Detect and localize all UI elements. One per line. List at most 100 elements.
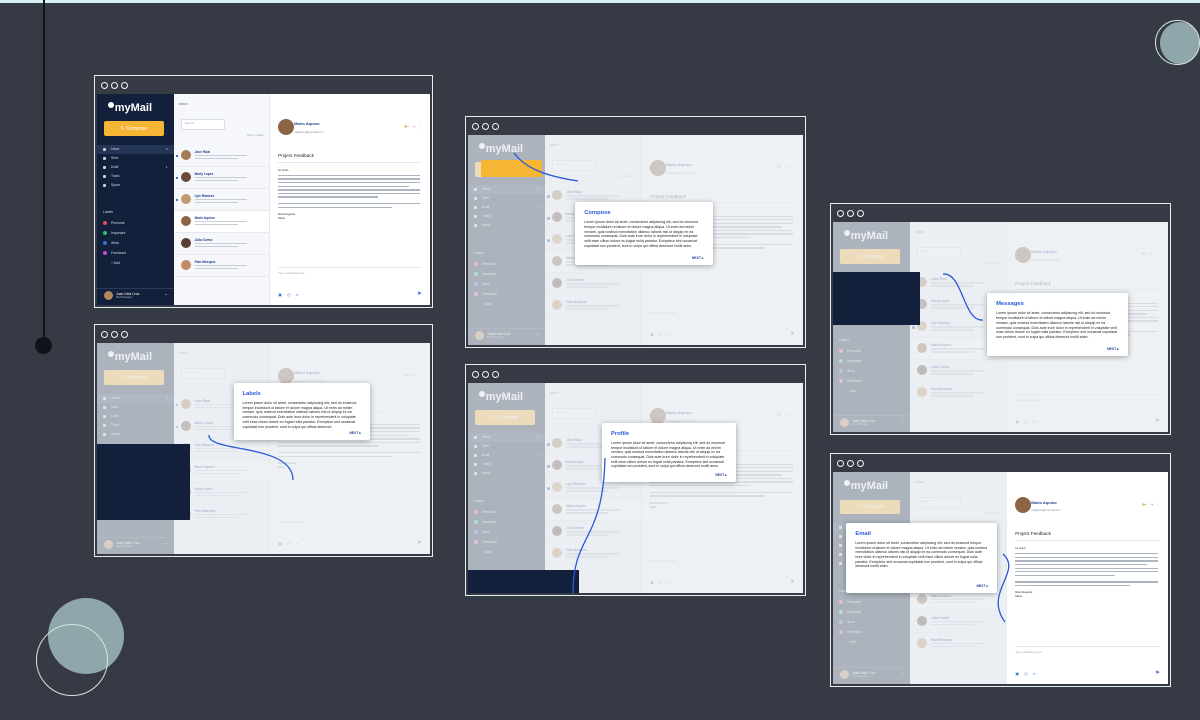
draft-icon <box>103 165 106 169</box>
spam-icon <box>103 183 106 187</box>
mail-app-screen: myMail ✎ Compose Inbox4 Sent Draft1 Tras… <box>833 472 1168 684</box>
window-dots <box>101 82 128 89</box>
avatar <box>180 171 191 182</box>
avatar <box>180 237 191 248</box>
trash-icon <box>103 174 106 178</box>
mail-app-screen: myMail ✎ Compose Inbox4 Sent Draft1 Tras… <box>833 222 1168 432</box>
email-subject: Project Feedback <box>278 153 314 159</box>
list-item[interactable]: Mario Aquino <box>173 210 270 233</box>
app-logo: myMail <box>107 102 152 114</box>
label-important[interactable]: Important <box>97 228 174 238</box>
label-dot <box>103 251 107 256</box>
send-icon[interactable]: ➤ <box>417 290 422 297</box>
tooltip-body: Lorem ipsum dolor sit amet, consectetur … <box>855 540 988 569</box>
compose-button[interactable]: ✎ Compose <box>103 121 164 137</box>
sort-dropdown[interactable]: Sort by: Date ▾ <box>247 134 264 137</box>
list-item[interactable]: Pam Mosqera <box>173 255 270 277</box>
attachment-icons[interactable]: ▣ ◷ ∞ <box>278 292 300 297</box>
label-dot <box>103 221 107 226</box>
sidebar: myMail ✎ Compose Inbox4 Sent Draft1 Tras… <box>97 94 174 305</box>
label-add[interactable]: + Add <box>97 258 174 268</box>
sender-email: mtaguino@mymail.com <box>1031 508 1061 513</box>
window-dots <box>472 123 499 130</box>
highlight-profile <box>468 569 579 593</box>
avatar <box>180 215 191 226</box>
tooltip-body: Lorem ipsum dolor sit amet, consectetur … <box>996 311 1117 339</box>
highlight-compose <box>481 160 542 177</box>
next-button[interactable]: NEXT ▸ <box>976 584 988 588</box>
mockup-labels: myMail ✎ Compose Inbox4 Sent Draft1 Tras… <box>94 324 433 557</box>
mail-app-screen: myMail ✎ Compose Inbox4 Sent Draft1 Tras… <box>468 383 803 593</box>
tooltip-body: Lorem ipsum dolor sit amet, consectetur … <box>242 401 357 429</box>
reply-input[interactable]: Type something here... <box>278 267 423 275</box>
mockup-messages: myMail ✎ Compose Inbox4 Sent Draft1 Tras… <box>830 203 1171 435</box>
email-body: Hi Juan, Best Regards, Mario <box>278 168 421 220</box>
nav-item-draft[interactable]: Draft1 <box>97 163 174 172</box>
window-dots <box>101 331 128 338</box>
highlight-nav <box>833 272 921 325</box>
next-button[interactable]: NEXT ▸ <box>715 473 727 477</box>
tooltip-title: Labels <box>242 391 261 398</box>
tooltip-title: Compose <box>584 210 611 217</box>
highlight-labels <box>97 444 191 521</box>
tooltip-body: Lorem ipsum dolor sit amet, consectetur … <box>584 220 699 248</box>
mockup-inbox: myMail ✎ Compose Inbox 4 Sent Draft 1 Tras… <box>94 75 433 308</box>
avatar <box>1015 497 1032 514</box>
mail-app-screen: myMail ✎ Compose Inbox4 Sent Draft1 Tras… <box>97 343 430 554</box>
sent-icon <box>103 156 106 160</box>
email-subject: Project Feedback <box>1015 531 1051 537</box>
tooltip-email: Email Lorem ipsum dolor sit amet, consect… <box>846 522 998 593</box>
mockup-email: myMail ✎ Compose Inbox4 Sent Draft1 Tras… <box>830 453 1171 687</box>
label-dot <box>103 241 107 246</box>
profile-bar[interactable]: Juan Dela Cruz Web Designer ⌃ <box>97 288 174 305</box>
inbox-icon <box>103 147 106 151</box>
profile-role: Web Designer <box>116 296 133 300</box>
tooltip-labels: Labels Lorem ipsum dolor sit amet, consec… <box>233 383 371 441</box>
label-work[interactable]: Work <box>97 238 174 248</box>
mail-app-screen: myMail ✎ Compose Inbox4 Sent Draft1 Tras… <box>468 135 803 345</box>
avatar <box>104 291 113 301</box>
decorative-circle-outline <box>1155 20 1200 65</box>
label-personal[interactable]: Personal <box>97 218 174 228</box>
nav-item-sent[interactable]: Sent <box>97 154 174 163</box>
reply-input[interactable]: Type something here... <box>1015 645 1160 654</box>
list-item[interactable]: Lyle Ramirez <box>173 189 270 211</box>
nav-item-spam[interactable]: Spam <box>97 181 174 190</box>
attachment-icons[interactable]: ▣ ◷ ∞ <box>1015 671 1037 676</box>
send-icon[interactable]: ➤ <box>1155 669 1160 676</box>
label-freelance[interactable]: Freelance <box>97 248 174 258</box>
window-dots <box>837 460 864 467</box>
chevron-up-icon[interactable]: ⌃ <box>164 293 167 298</box>
list-item[interactable]: Julia Cortez <box>173 233 270 255</box>
mockup-compose: myMail ✎ Compose Inbox4 Sent Draft1 Tras… <box>465 116 806 348</box>
nav-item-inbox[interactable]: Inbox4 <box>97 144 174 154</box>
decorative-circle-outline <box>36 624 108 696</box>
tooltip-title: Messages <box>996 301 1024 308</box>
nav-item-trash[interactable]: Trash <box>97 172 174 181</box>
sender-name: Mario Aquino <box>294 121 320 127</box>
avatar <box>180 193 191 204</box>
list-item[interactable]: Jose Rizal <box>173 145 270 167</box>
avatar <box>180 149 191 160</box>
reply-forward-icons[interactable]: ↩ ↪ ⋮ <box>1144 502 1162 507</box>
window-dots <box>837 210 864 217</box>
search-input[interactable]: Search... <box>180 119 225 130</box>
avatar <box>180 259 191 270</box>
message-list: Inbox Search... Sort by: Date ▾ Jose Riz… <box>173 94 271 305</box>
label-dot <box>103 231 107 236</box>
next-button[interactable]: NEXT ▸ <box>1107 347 1119 351</box>
sender-email: mtaguino@mymail.com <box>294 129 324 134</box>
reading-pane: Mario Aquino mtaguino@mymail.com ★ ↩ ↪ ⋮… <box>270 94 430 305</box>
list-item[interactable]: Marty Lopez <box>173 167 270 189</box>
avatar <box>278 119 295 136</box>
tooltip-messages: Messages Lorem ipsum dolor sit amet, cons… <box>987 293 1128 357</box>
next-button[interactable]: NEXT ▸ <box>349 431 361 435</box>
top-strip <box>0 0 1200 3</box>
tooltip-compose: Compose Lorem ipsum dolor sit amet, conse… <box>575 202 713 266</box>
tooltip-title: Email <box>855 530 871 537</box>
reply-forward-icons[interactable]: ↩ ↪ ⋮ <box>406 124 424 129</box>
next-button[interactable]: NEXT ▸ <box>692 256 704 260</box>
decorative-line <box>43 0 45 345</box>
reading-pane: Mario Aquino mtaguino@mymail.com ★ ↩ ↪ ⋮… <box>1007 472 1168 684</box>
mockup-profile: myMail ✎ Compose Inbox4 Sent Draft1 Tras… <box>465 364 806 596</box>
